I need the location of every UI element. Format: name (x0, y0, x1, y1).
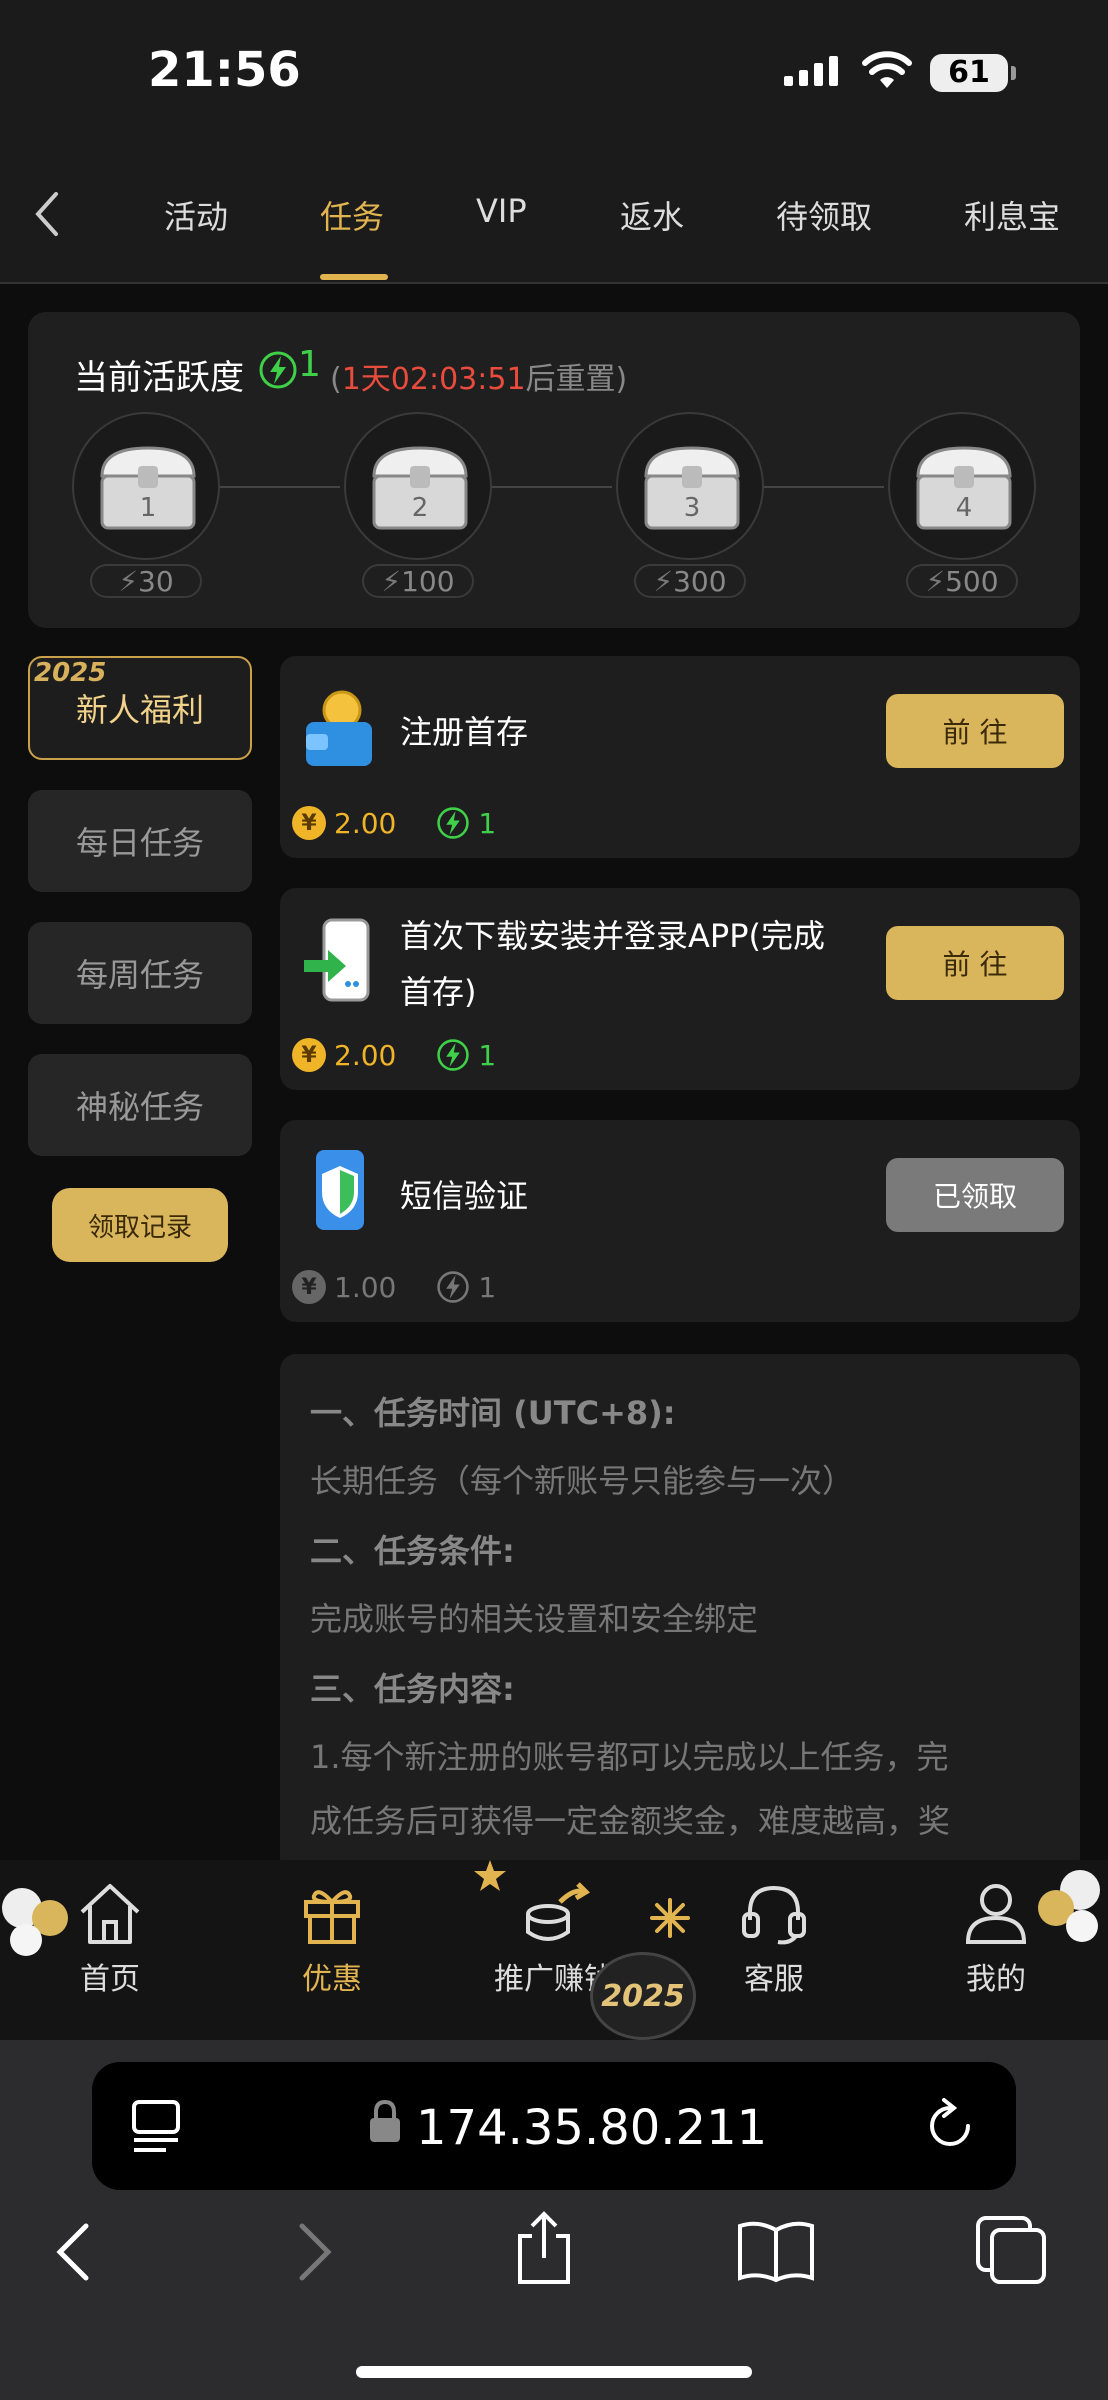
tabs-overview-icon[interactable] (130, 2098, 182, 2154)
user-icon (965, 1884, 1027, 1944)
tab-pending[interactable]: 待领取 (776, 192, 872, 238)
chest-number: 2 (412, 493, 429, 523)
progress-connector (492, 486, 612, 488)
sidebar-item-daily[interactable]: 每日任务 (28, 790, 252, 892)
activity-score: 1 (298, 344, 321, 385)
activity-points: 1 (478, 1270, 497, 1304)
task-title: 首次下载安装并登录APP(完成 首存) (400, 917, 825, 1011)
activity-points: 1 (478, 1038, 497, 1072)
tab-interest[interactable]: 利息宝 (964, 192, 1060, 238)
treasure-chest-icon: 4 (916, 446, 1012, 530)
task-title: 注册首存 (400, 713, 529, 751)
bolt-icon (437, 1271, 470, 1303)
snowflake-decoration-icon (650, 1898, 690, 1938)
home-icon (80, 1884, 140, 1944)
progress-connector (764, 486, 884, 488)
coins-icon (526, 1882, 591, 1941)
chest-4[interactable]: 4 (888, 412, 1036, 560)
bookmarks-icon[interactable] (736, 2218, 816, 2284)
chest-number: 1 (140, 493, 157, 523)
claimed-button[interactable]: 已领取 (886, 1158, 1064, 1232)
reward-row: ¥ 2.00 1 (292, 806, 496, 840)
coin-icon: ¥ (292, 1038, 326, 1072)
reward-row: ¥ 1.00 1 (292, 1270, 496, 1304)
share-icon[interactable] (512, 2210, 576, 2286)
sms-verify-icon (316, 1150, 364, 1230)
headset-icon (742, 1885, 806, 1945)
nav-support[interactable]: 客服 (704, 1880, 844, 1998)
coin-icon: ¥ (292, 1270, 326, 1304)
back-arrow-icon[interactable] (28, 188, 68, 240)
chest-points: ⚡︎ 30 (90, 564, 202, 598)
tab-vip[interactable]: VIP (476, 192, 527, 230)
coin-icon: ¥ (292, 806, 326, 840)
battery-indicator: 61 (930, 54, 1016, 92)
bolt-icon (437, 807, 470, 839)
gift-icon (304, 1890, 360, 1944)
treasure-chest-icon: 3 (644, 446, 740, 530)
bolt-icon (437, 1039, 470, 1071)
nav-profile[interactable]: 我的 (926, 1880, 1066, 1998)
tab-activity[interactable]: 活动 (164, 192, 228, 238)
tab-tasks[interactable]: 任务 (320, 192, 384, 238)
bolt-icon (259, 351, 297, 389)
rules-text-condition: 完成账号的相关设置和安全绑定 (310, 1600, 759, 1638)
sidebar-item-mystery[interactable]: 神秘任务 (28, 1054, 252, 1156)
browser-forward-icon[interactable] (292, 2222, 336, 2282)
chest-1[interactable]: 1 (72, 412, 220, 560)
tab-rebate[interactable]: 返水 (620, 192, 684, 238)
coin-amount: 2.00 (334, 806, 397, 840)
lock-icon (370, 2100, 400, 2142)
active-tab-indicator (320, 274, 388, 280)
chest-number: 4 (956, 493, 973, 523)
treasure-chest-icon: 2 (372, 446, 468, 530)
rules-text-content: 成任务后可获得一定金额奖金，难度越高，奖 (310, 1802, 951, 1840)
tabs-icon[interactable] (974, 2214, 1050, 2286)
wallet-icon (306, 690, 372, 766)
phone-download-icon (304, 918, 370, 1002)
chest-points: ⚡︎ 100 (362, 564, 474, 598)
chest-number: 3 (684, 493, 701, 523)
reset-timer: (1天02:03:51后重置) (330, 362, 628, 397)
rules-text-content: 1.每个新注册的账号都可以完成以上任务，完 (310, 1738, 949, 1776)
wifi-icon (862, 51, 912, 88)
rules-heading-content: 三、任务内容: (310, 1670, 515, 1708)
home-indicator (356, 2366, 752, 2378)
coin-amount: 2.00 (334, 1038, 397, 1072)
activity-title: 当前活跃度 (74, 358, 244, 398)
task-title: 短信验证 (400, 1177, 529, 1215)
browser-back-icon[interactable] (52, 2222, 96, 2282)
sidebar-item-weekly[interactable]: 每周任务 (28, 922, 252, 1024)
reload-icon[interactable] (922, 2098, 978, 2154)
nav-promo[interactable]: 优惠 (262, 1880, 402, 1998)
year-badge: 2025 (34, 658, 107, 688)
claim-record-button[interactable]: 领取记录 (52, 1188, 228, 1262)
go-button[interactable]: 前 往 (886, 926, 1064, 1000)
cellular-signal-icon (784, 56, 838, 86)
chest-points: ⚡︎ 300 (634, 564, 746, 598)
chest-3[interactable]: 3 (616, 412, 764, 560)
url-text: 174.35.80.211 (416, 2100, 768, 2156)
rules-heading-condition: 二、任务条件: (310, 1532, 515, 1570)
rules-heading-time: 一、任务时间 (UTC+8): (310, 1394, 676, 1432)
progress-connector (220, 486, 340, 488)
status-time: 21:56 (148, 42, 301, 98)
activity-points: 1 (478, 806, 497, 840)
treasure-chest-icon: 1 (100, 446, 196, 530)
chest-2[interactable]: 2 (344, 412, 492, 560)
coin-amount: 1.00 (334, 1270, 397, 1304)
go-button[interactable]: 前 往 (886, 694, 1064, 768)
rules-text-time: 长期任务（每个新账号只能参与一次） (310, 1462, 855, 1500)
reset-countdown: 1天02:03:51 (341, 362, 526, 397)
nav-home[interactable]: 首页 (40, 1880, 180, 1998)
year-badge: 2025 (590, 1952, 696, 2040)
reward-row: ¥ 2.00 1 (292, 1038, 496, 1072)
chest-points: ⚡︎ 500 (906, 564, 1018, 598)
